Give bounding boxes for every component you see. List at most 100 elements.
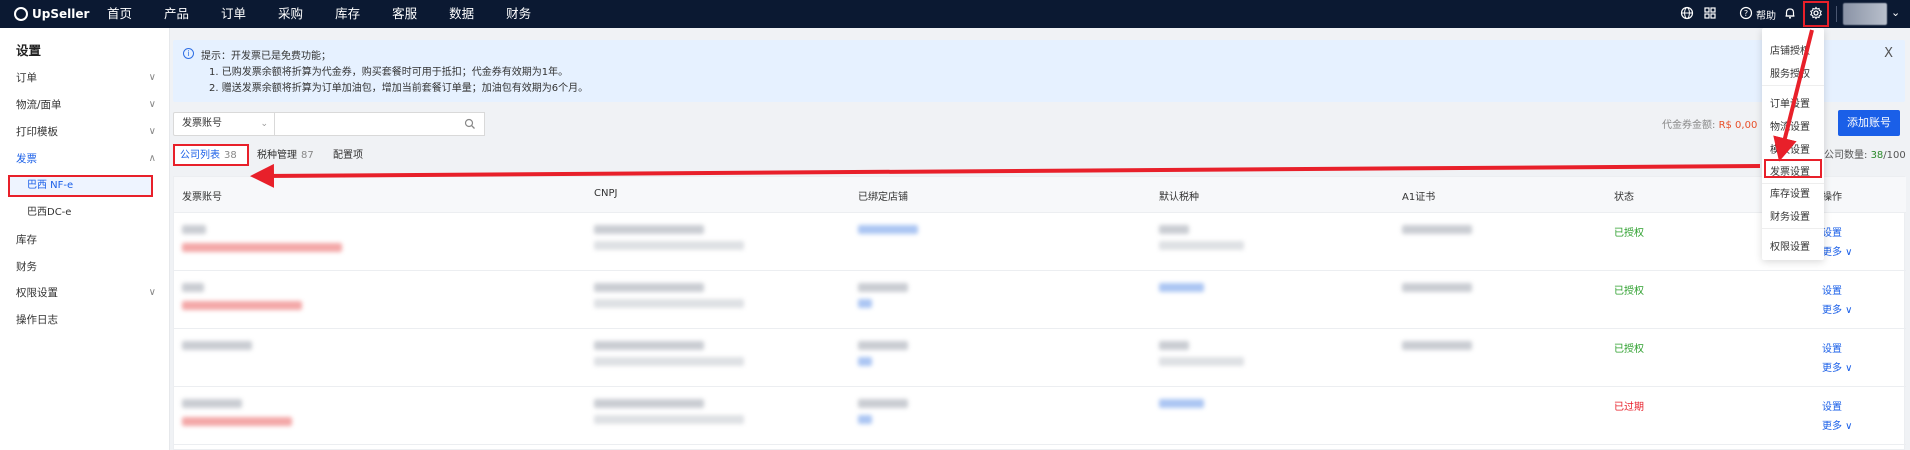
filter-field-select[interactable]: 发票账号 ⌄	[173, 112, 275, 136]
chevron-up-icon: ∧	[148, 153, 156, 164]
chevron-down-icon[interactable]: ⌄	[1891, 6, 1900, 19]
nav-orders[interactable]: 订单	[221, 0, 246, 28]
more-dropdown[interactable]: 更多 ∨	[1822, 243, 1853, 258]
gear-icon[interactable]	[1808, 6, 1824, 22]
nav-customer-service[interactable]: 客服	[392, 0, 417, 28]
search-icon[interactable]	[464, 118, 476, 133]
column-header: 发票账号	[182, 192, 222, 203]
redacted-value	[1402, 341, 1472, 350]
nav-purchase[interactable]: 采购	[278, 0, 303, 28]
company-count: 公司数量: 38/100	[1824, 146, 1906, 161]
menu-item-service-auth[interactable]: 服务授权	[1770, 65, 1810, 80]
sidebar-item-brazil-nfe[interactable]: 巴西 NF-e	[27, 177, 73, 195]
globe-icon[interactable]	[1679, 6, 1695, 22]
redacted-value	[594, 341, 704, 350]
settings-link[interactable]: 设置	[1822, 224, 1842, 239]
upseller-logo[interactable]: UpSeller	[14, 5, 89, 23]
filter-select-value: 发票账号	[182, 118, 222, 129]
tab-tax-management[interactable]: 税种管理 87	[257, 146, 314, 166]
menu-item-permission-settings[interactable]: 权限设置	[1770, 238, 1810, 253]
redacted-value	[858, 341, 908, 350]
redacted-value	[182, 341, 252, 350]
sidebar-item-permissions[interactable]: 权限设置 ∨	[16, 283, 166, 303]
table-row[interactable]: 已过期 设置 更多 ∨	[174, 387, 1906, 445]
sidebar-item-print-templates[interactable]: 打印模板 ∨	[16, 122, 166, 142]
redacted-value	[858, 357, 872, 366]
sidebar-item-orders[interactable]: 订单 ∨	[16, 68, 166, 88]
table-row[interactable]: 已授权 设置 更多 ∨	[174, 271, 1906, 329]
apps-grid-icon[interactable]	[1702, 6, 1718, 22]
sidebar-item-label: 物流/面单	[16, 99, 62, 111]
redacted-value	[1159, 283, 1204, 292]
nav-inventory[interactable]: 库存	[335, 0, 360, 28]
sidebar-item-label: 权限设置	[16, 287, 58, 299]
redacted-value	[858, 283, 908, 292]
settings-link[interactable]: 设置	[1822, 282, 1842, 297]
column-header: CNPJ	[594, 188, 618, 199]
help-icon[interactable]: ?	[1738, 6, 1754, 22]
nav-home[interactable]: 首页	[107, 0, 132, 28]
redacted-value	[182, 225, 206, 234]
tab-company-list[interactable]: 公司列表 38	[180, 146, 237, 166]
settings-sidebar: 设置 订单 ∨ 物流/面单 ∨ 打印模板 ∨ 发票 ∧ 巴西 NF-e 巴西DC-e 库…	[0, 28, 170, 450]
svg-text:?: ?	[1744, 9, 1748, 18]
bell-icon[interactable]	[1782, 6, 1798, 22]
menu-item-order-settings[interactable]: 订单设置	[1770, 95, 1810, 110]
voucher-label: 代金券金额:	[1662, 120, 1716, 131]
close-icon[interactable]: X	[1884, 46, 1893, 61]
settings-link[interactable]: 设置	[1822, 398, 1842, 413]
sidebar-item-label: 操作日志	[16, 314, 58, 326]
menu-item-logistics-settings[interactable]: 物流设置	[1770, 118, 1810, 133]
menu-divider	[1762, 228, 1824, 229]
redacted-value	[1159, 399, 1204, 408]
sidebar-item-inventory[interactable]: 库存	[16, 230, 166, 250]
sidebar-item-brazil-dce[interactable]: 巴西DC-e	[27, 204, 71, 222]
menu-item-store-auth[interactable]: 店铺授权	[1770, 42, 1810, 57]
notice-line-2: 1. 已购发票余额将折算为代金券，购买套餐时可用于抵扣；代金券有效期为1年。	[209, 67, 569, 78]
redacted-value	[858, 399, 908, 408]
help-link[interactable]: 帮助	[1756, 7, 1776, 22]
more-dropdown[interactable]: 更多 ∨	[1822, 417, 1853, 432]
sidebar-item-invoice[interactable]: 发票 ∧	[16, 149, 166, 169]
nav-data[interactable]: 数据	[449, 0, 474, 28]
company-count-total: /100	[1883, 150, 1906, 161]
table-row[interactable]: 已授权 设置 更多 ∨	[174, 329, 1906, 387]
redacted-value	[182, 301, 302, 310]
sidebar-item-operation-log[interactable]: 操作日志	[16, 310, 166, 330]
sidebar-item-logistics[interactable]: 物流/面单 ∨	[16, 95, 166, 115]
redacted-value	[594, 399, 704, 408]
chevron-down-icon: ∨	[148, 126, 156, 137]
menu-item-invoice-settings[interactable]: 发票设置	[1770, 163, 1810, 178]
voucher-balance: 代金券金额: R$ 0,00	[1662, 116, 1757, 131]
redacted-value	[594, 415, 744, 424]
add-account-button[interactable]: 添加账号	[1838, 110, 1900, 136]
tab-label: 税种管理	[257, 150, 297, 161]
redacted-value	[1159, 357, 1244, 366]
sidebar-title: 设置	[16, 43, 42, 58]
redacted-value	[182, 417, 292, 426]
status-badge: 已授权	[1614, 344, 1644, 355]
redacted-value	[1402, 225, 1472, 234]
table-row[interactable]: 已授权 设置 更多 ∨	[174, 213, 1906, 271]
settings-link[interactable]: 设置	[1822, 340, 1842, 355]
user-avatar[interactable]	[1843, 3, 1887, 25]
menu-item-inventory-settings[interactable]: 库存设置	[1770, 185, 1810, 200]
topbar-divider	[1836, 6, 1837, 22]
chevron-down-icon: ∨	[148, 99, 156, 110]
redacted-value	[1159, 241, 1244, 250]
redacted-value	[858, 299, 872, 308]
info-icon: i	[183, 48, 194, 59]
nav-finance[interactable]: 财务	[506, 0, 531, 28]
redacted-value	[182, 283, 204, 292]
nav-products[interactable]: 产品	[164, 0, 189, 28]
main-nav: 首页 产品 订单 采购 库存 客服 数据 财务	[107, 0, 563, 28]
redacted-value	[594, 283, 704, 292]
more-dropdown[interactable]: 更多 ∨	[1822, 301, 1853, 316]
menu-item-finance-settings[interactable]: 财务设置	[1770, 208, 1810, 223]
sidebar-item-finance[interactable]: 财务	[16, 257, 166, 277]
tab-config[interactable]: 配置项	[333, 146, 363, 166]
more-dropdown[interactable]: 更多 ∨	[1822, 359, 1853, 374]
menu-item-template-settings[interactable]: 模板设置	[1770, 141, 1810, 156]
search-input[interactable]	[275, 112, 485, 136]
settings-dropdown-menu: 店铺授权 服务授权 订单设置 物流设置 模板设置 发票设置 库存设置 财务设置 …	[1762, 28, 1824, 260]
